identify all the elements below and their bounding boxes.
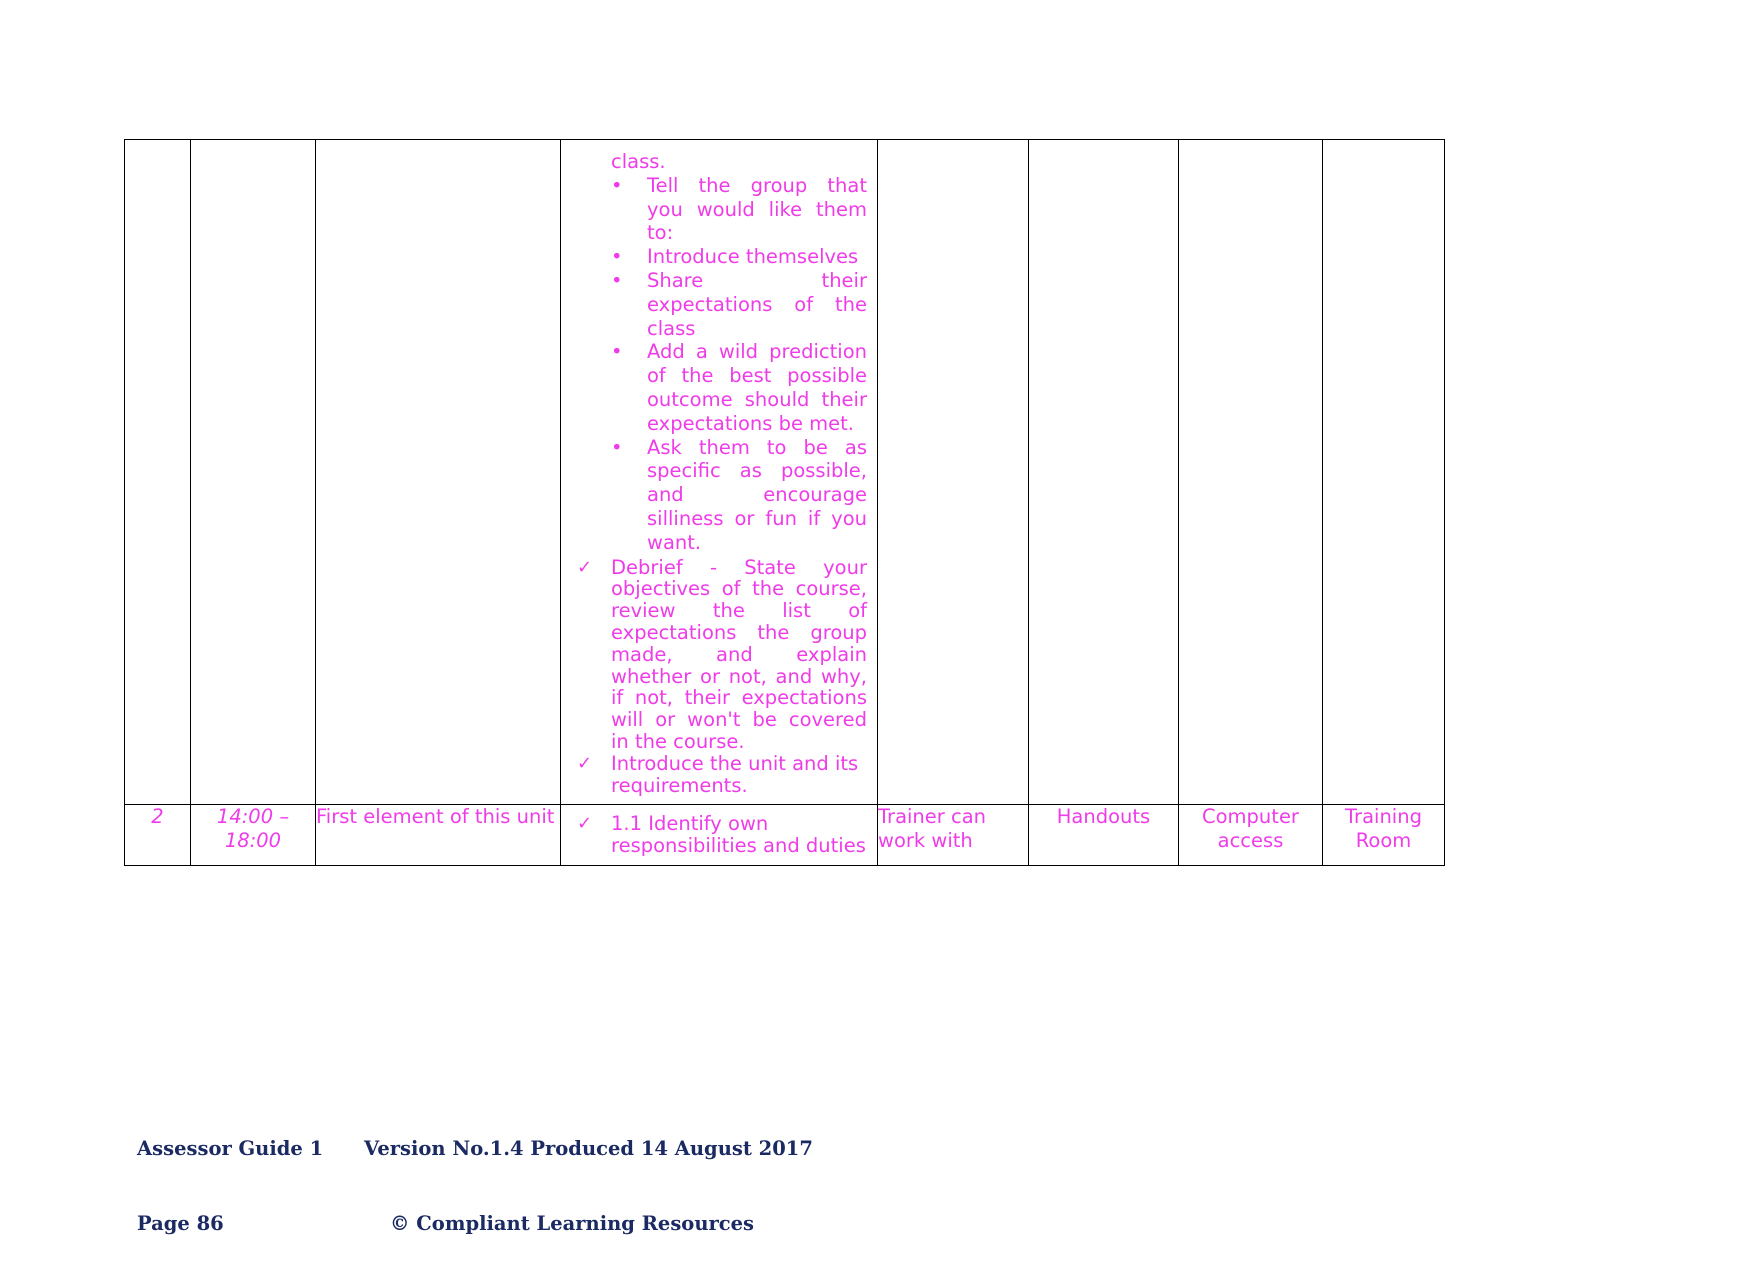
footer-page-number: Page 86 bbox=[137, 1212, 224, 1235]
cell-resources bbox=[1028, 138, 1179, 806]
list-item: Introduce the unit and its requirements. bbox=[571, 752, 867, 797]
cell-session-number: 2 bbox=[124, 804, 191, 866]
cell-trainer-notes bbox=[877, 138, 1029, 806]
cell-element: First element of this unit bbox=[315, 804, 561, 866]
activities-body: 1.1 Identify own responsibilities and du… bbox=[561, 805, 877, 865]
footer-line-2: Page 86 © Compliant Learning Resources bbox=[137, 1211, 1457, 1236]
cell-equipment bbox=[1178, 138, 1323, 806]
activities-bullet-list: Tell the group that you would like them … bbox=[571, 174, 867, 555]
list-item: Introduce themselves bbox=[611, 245, 867, 269]
cell-element bbox=[315, 138, 561, 806]
list-item: Tell the group that you would like them … bbox=[611, 174, 867, 245]
cell-resources: Handouts bbox=[1028, 804, 1179, 866]
footer-version: Version No.1.4 Produced 14 August 2017 bbox=[364, 1137, 813, 1160]
document-page: class. Tell the group that you would lik… bbox=[0, 0, 1754, 1241]
cell-location: Training Room bbox=[1322, 804, 1445, 866]
cell-location bbox=[1322, 138, 1445, 806]
activities-check-list: Debrief - State your objectives of the c… bbox=[571, 556, 867, 797]
cell-equipment: Computer access bbox=[1178, 804, 1323, 866]
footer-document-title: Assessor Guide 1 bbox=[137, 1137, 324, 1160]
table-row: class. Tell the group that you would lik… bbox=[124, 138, 1445, 806]
cell-trainer-notes: Trainer can work with bbox=[877, 804, 1029, 866]
table-row: 2 14:00 – 18:00 First element of this un… bbox=[124, 804, 1445, 866]
activities-lead-text: class. bbox=[611, 150, 666, 173]
activities-check-list: 1.1 Identify own responsibilities and du… bbox=[571, 813, 867, 857]
cell-activities: class. Tell the group that you would lik… bbox=[560, 138, 878, 806]
page-footer: Assessor Guide 1 Version No.1.4 Produced … bbox=[137, 1086, 1457, 1286]
list-item: Debrief - State your objectives of the c… bbox=[571, 556, 867, 753]
footer-copyright: © Compliant Learning Resources bbox=[390, 1212, 755, 1235]
list-item: Ask them to be as specific as possible, … bbox=[611, 436, 867, 555]
cell-time: 14:00 – 18:00 bbox=[190, 804, 316, 866]
list-item: Share their expectations of the class bbox=[611, 269, 867, 340]
cell-session-number bbox=[124, 138, 191, 806]
list-item: Add a wild prediction of the best possib… bbox=[611, 340, 867, 435]
footer-line-1: Assessor Guide 1 Version No.1.4 Produced … bbox=[137, 1136, 1457, 1161]
cell-time bbox=[190, 138, 316, 806]
session-plan-table: class. Tell the group that you would lik… bbox=[124, 138, 1445, 866]
list-item: 1.1 Identify own responsibilities and du… bbox=[571, 813, 867, 857]
activities-body: class. Tell the group that you would lik… bbox=[561, 140, 877, 804]
cell-activities: 1.1 Identify own responsibilities and du… bbox=[560, 804, 878, 866]
